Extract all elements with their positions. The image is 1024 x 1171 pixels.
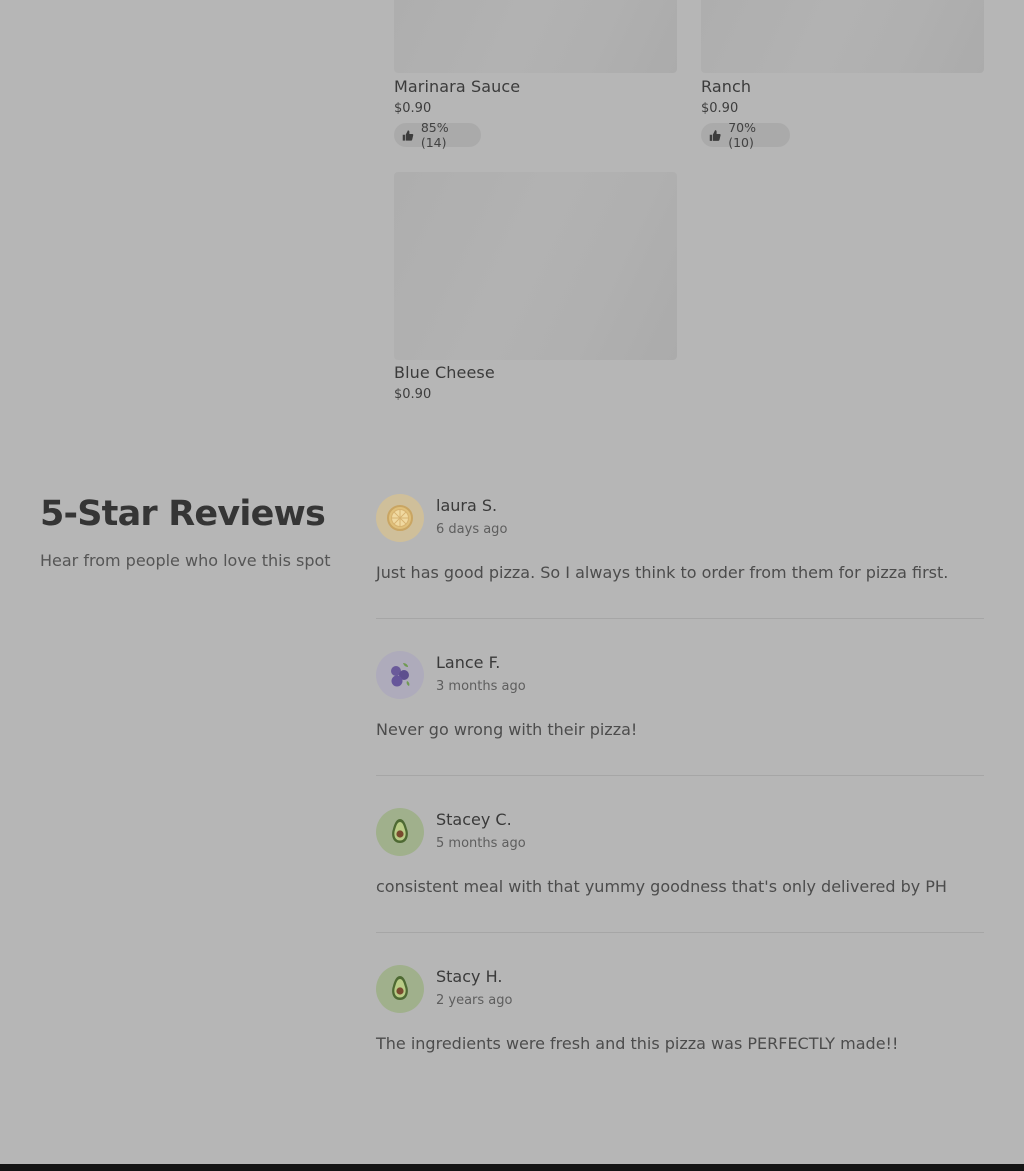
review-text: The ingredients were fresh and this pizz…: [376, 1034, 899, 1053]
reviewer-name: Stacy H.: [436, 967, 503, 986]
avocado-icon: [392, 976, 408, 1000]
review-text: Never go wrong with their pizza!: [376, 720, 638, 739]
rating-badge: 70% (10): [701, 120, 790, 150]
reviewer-name: laura S.: [436, 496, 498, 515]
reviews-subtitle: Hear from people who love this spot: [40, 551, 331, 570]
review-time: 6 days ago: [436, 522, 508, 537]
review-text: Just has good pizza. So I always think t…: [376, 563, 949, 582]
reviews-title: 5-Star Reviews: [40, 494, 326, 534]
item-price: $0.90: [701, 101, 739, 116]
review-text: consistent meal with that yummy goodness…: [376, 877, 947, 896]
avatar: [376, 808, 424, 856]
item-image[interactable]: [394, 0, 677, 73]
divider: [376, 775, 984, 776]
review-time: 3 months ago: [436, 679, 526, 694]
item-image[interactable]: [394, 172, 677, 360]
avocado-icon: [392, 819, 408, 843]
avatar: [376, 651, 424, 699]
review-time: 2 years ago: [436, 993, 513, 1008]
item-price: $0.90: [394, 387, 432, 402]
reviewer-name: Lance F.: [436, 653, 501, 672]
item-name[interactable]: Marinara Sauce: [394, 77, 520, 96]
divider: [376, 618, 984, 619]
item-name[interactable]: Ranch: [701, 77, 751, 96]
thumbs-up-icon: [402, 129, 414, 141]
reviewer-name: Stacey C.: [436, 810, 512, 829]
item-name[interactable]: Blue Cheese: [394, 363, 495, 382]
footer-bar: [0, 1164, 1024, 1171]
rating-badge: 85% (14): [394, 120, 481, 150]
avatar: [376, 494, 424, 542]
divider: [376, 932, 984, 933]
avatar: [376, 965, 424, 1013]
item-price: $0.90: [394, 101, 432, 116]
item-image[interactable]: [701, 0, 984, 73]
review-time: 5 months ago: [436, 836, 526, 851]
lemon-icon: [387, 505, 413, 531]
blueberry-icon: [391, 663, 410, 687]
rating-text: 70% (10): [728, 120, 756, 150]
thumbs-up-icon: [709, 129, 721, 141]
rating-text: 85% (14): [420, 120, 449, 150]
